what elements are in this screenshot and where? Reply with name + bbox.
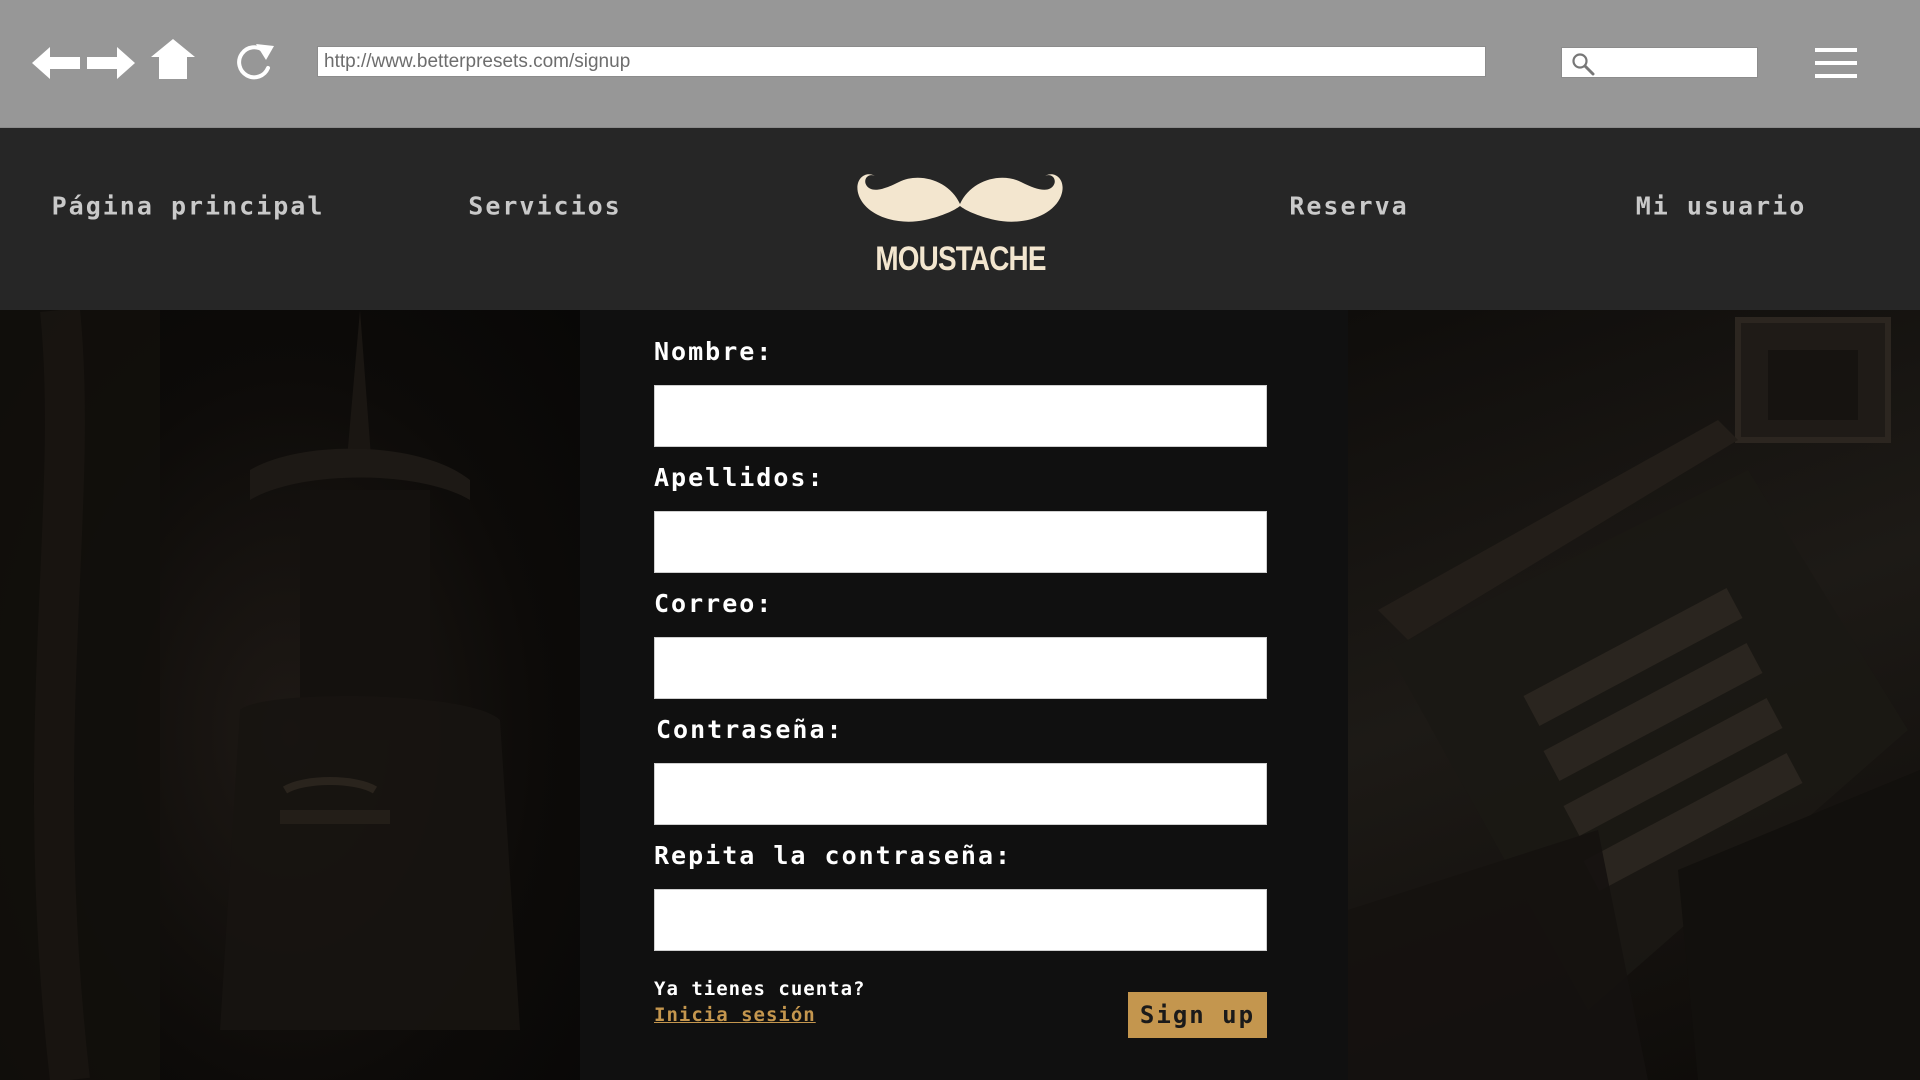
signup-button[interactable]: Sign up: [1128, 992, 1267, 1038]
menu-button[interactable]: [1815, 48, 1857, 78]
site-navigation: Página principal Servicios MOUSTACHE Res…: [0, 128, 1920, 310]
browser-search-input[interactable]: [1561, 47, 1758, 78]
nav-services-link[interactable]: Servicios: [468, 192, 621, 221]
email-input[interactable]: [654, 637, 1267, 699]
password-label: Contraseña:: [656, 715, 844, 744]
moustache-logo[interactable]: MOUSTACHE: [853, 170, 1068, 280]
barbershop-photo-right: [1348, 310, 1920, 1080]
signup-form: Nombre: Apellidos: Correo: Contraseña: R…: [580, 310, 1348, 1080]
last-name-input[interactable]: [654, 511, 1267, 573]
arrow-left-icon: [32, 47, 80, 79]
first-name-input[interactable]: [654, 385, 1267, 447]
back-button[interactable]: [32, 47, 80, 79]
nav-home-link[interactable]: Página principal: [52, 192, 325, 221]
nav-user-link[interactable]: Mi usuario: [1636, 192, 1807, 221]
repeat-password-label: Repita la contraseña:: [654, 841, 1013, 870]
search-icon: [1572, 53, 1595, 76]
address-bar[interactable]: http://www.betterpresets.com/signup: [317, 46, 1486, 77]
reload-button[interactable]: [234, 42, 276, 82]
hamburger-menu-icon: [1815, 48, 1857, 78]
moustache-icon: [857, 174, 1063, 222]
arrow-right-icon: [87, 47, 135, 79]
repeat-password-input[interactable]: [654, 889, 1267, 951]
reload-icon: [237, 44, 274, 80]
home-button[interactable]: [151, 39, 195, 79]
password-input[interactable]: [654, 763, 1267, 825]
forward-button[interactable]: [87, 47, 135, 79]
browser-toolbar: http://www.betterpresets.com/signup: [0, 0, 1920, 128]
barbershop-photo-left: [0, 310, 580, 1080]
logo-text: MOUSTACHE: [875, 240, 1046, 278]
login-question: Ya tienes cuenta?: [654, 978, 866, 1000]
last-name-label: Apellidos:: [654, 463, 825, 492]
nav-booking-link[interactable]: Reserva: [1289, 192, 1408, 221]
home-icon: [151, 39, 195, 79]
login-link[interactable]: Inicia sesión: [654, 1004, 816, 1026]
first-name-label: Nombre:: [654, 337, 774, 366]
email-label: Correo:: [654, 589, 774, 618]
